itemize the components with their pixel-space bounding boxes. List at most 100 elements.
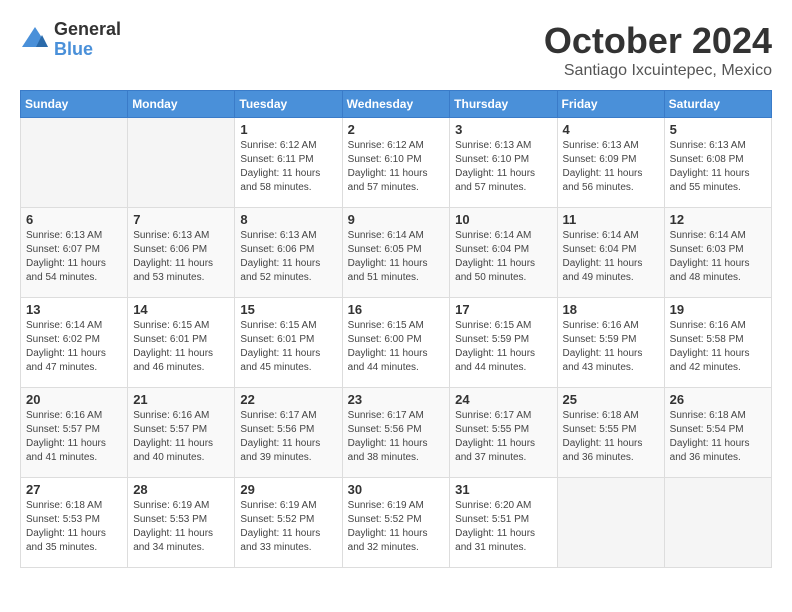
calendar-table: Sunday Monday Tuesday Wednesday Thursday… xyxy=(20,90,772,568)
day-number: 15 xyxy=(240,302,336,317)
day-info: Sunrise: 6:15 AM Sunset: 6:00 PM Dayligh… xyxy=(348,319,445,375)
header-monday: Monday xyxy=(128,91,235,118)
day-info: Sunrise: 6:18 AM Sunset: 5:54 PM Dayligh… xyxy=(670,409,766,465)
day-info: Sunrise: 6:18 AM Sunset: 5:55 PM Dayligh… xyxy=(563,409,659,465)
day-number: 5 xyxy=(670,122,766,137)
day-info: Sunrise: 6:19 AM Sunset: 5:53 PM Dayligh… xyxy=(133,499,229,555)
calendar-cell xyxy=(557,478,664,568)
calendar-cell: 26 Sunrise: 6:18 AM Sunset: 5:54 PM Dayli… xyxy=(664,388,771,478)
day-info: Sunrise: 6:12 AM Sunset: 6:11 PM Dayligh… xyxy=(240,139,336,195)
logo-text: General Blue xyxy=(54,20,121,60)
day-number: 9 xyxy=(348,212,445,227)
calendar-cell xyxy=(664,478,771,568)
calendar-cell: 30 Sunrise: 6:19 AM Sunset: 5:52 PM Dayli… xyxy=(342,478,450,568)
day-number: 18 xyxy=(563,302,659,317)
day-number: 1 xyxy=(240,122,336,137)
calendar-cell: 24Sunrise: 6:17 AM Sunset: 5:55 PM Dayli… xyxy=(450,388,557,478)
calendar-week-4: 20 Sunrise: 6:16 AM Sunset: 5:57 PM Dayli… xyxy=(21,388,772,478)
day-number: 25 xyxy=(563,392,659,407)
header-friday: Friday xyxy=(557,91,664,118)
calendar-cell: 20 Sunrise: 6:16 AM Sunset: 5:57 PM Dayli… xyxy=(21,388,128,478)
logo-general: General xyxy=(54,20,121,40)
day-number: 3 xyxy=(455,122,551,137)
page-header: General Blue October 2024 Santiago Ixcui… xyxy=(20,20,772,80)
calendar-cell: 22Sunrise: 6:17 AM Sunset: 5:56 PM Dayli… xyxy=(235,388,342,478)
calendar-header: Sunday Monday Tuesday Wednesday Thursday… xyxy=(21,91,772,118)
header-row: Sunday Monday Tuesday Wednesday Thursday… xyxy=(21,91,772,118)
header-sunday: Sunday xyxy=(21,91,128,118)
day-info: Sunrise: 6:13 AM Sunset: 6:09 PM Dayligh… xyxy=(563,139,659,195)
day-number: 30 xyxy=(348,482,445,497)
calendar-cell: 19 Sunrise: 6:16 AM Sunset: 5:58 PM Dayli… xyxy=(664,298,771,388)
day-info: Sunrise: 6:12 AM Sunset: 6:10 PM Dayligh… xyxy=(348,139,445,195)
day-info: Sunrise: 6:16 AM Sunset: 5:57 PM Dayligh… xyxy=(26,409,122,465)
day-info: Sunrise: 6:19 AM Sunset: 5:52 PM Dayligh… xyxy=(348,499,445,555)
calendar-cell: 31 Sunrise: 6:20 AM Sunset: 5:51 PM Dayli… xyxy=(450,478,557,568)
day-info: Sunrise: 6:13 AM Sunset: 6:06 PM Dayligh… xyxy=(240,229,336,285)
day-number: 2 xyxy=(348,122,445,137)
day-info: Sunrise: 6:18 AM Sunset: 5:53 PM Dayligh… xyxy=(26,499,122,555)
calendar-cell: 7 Sunrise: 6:13 AM Sunset: 6:06 PM Daylig… xyxy=(128,208,235,298)
calendar-cell: 18Sunrise: 6:16 AM Sunset: 5:59 PM Dayli… xyxy=(557,298,664,388)
day-info: Sunrise: 6:17 AM Sunset: 5:56 PM Dayligh… xyxy=(348,409,445,465)
day-number: 28 xyxy=(133,482,229,497)
day-number: 11 xyxy=(563,212,659,227)
calendar-cell: 4 Sunrise: 6:13 AM Sunset: 6:09 PM Daylig… xyxy=(557,118,664,208)
day-info: Sunrise: 6:15 AM Sunset: 6:01 PM Dayligh… xyxy=(240,319,336,375)
calendar-cell: 25 Sunrise: 6:18 AM Sunset: 5:55 PM Dayli… xyxy=(557,388,664,478)
calendar-cell: 10Sunrise: 6:14 AM Sunset: 6:04 PM Dayli… xyxy=(450,208,557,298)
day-info: Sunrise: 6:20 AM Sunset: 5:51 PM Dayligh… xyxy=(455,499,551,555)
day-number: 26 xyxy=(670,392,766,407)
day-number: 17 xyxy=(455,302,551,317)
logo: General Blue xyxy=(20,20,121,60)
calendar-week-1: 1 Sunrise: 6:12 AM Sunset: 6:11 PM Daylig… xyxy=(21,118,772,208)
logo-blue: Blue xyxy=(54,40,121,60)
day-number: 14 xyxy=(133,302,229,317)
day-info: Sunrise: 6:17 AM Sunset: 5:56 PM Dayligh… xyxy=(240,409,336,465)
location: Santiago Ixcuintepec, Mexico xyxy=(544,62,772,80)
day-number: 8 xyxy=(240,212,336,227)
calendar-cell xyxy=(128,118,235,208)
header-thursday: Thursday xyxy=(450,91,557,118)
calendar-week-5: 27 Sunrise: 6:18 AM Sunset: 5:53 PM Dayli… xyxy=(21,478,772,568)
calendar-cell: 21Sunrise: 6:16 AM Sunset: 5:57 PM Dayli… xyxy=(128,388,235,478)
day-number: 4 xyxy=(563,122,659,137)
calendar-cell: 6 Sunrise: 6:13 AM Sunset: 6:07 PM Daylig… xyxy=(21,208,128,298)
day-number: 31 xyxy=(455,482,551,497)
calendar-body: 1 Sunrise: 6:12 AM Sunset: 6:11 PM Daylig… xyxy=(21,118,772,568)
calendar-cell: 11Sunrise: 6:14 AM Sunset: 6:04 PM Dayli… xyxy=(557,208,664,298)
header-tuesday: Tuesday xyxy=(235,91,342,118)
day-info: Sunrise: 6:15 AM Sunset: 5:59 PM Dayligh… xyxy=(455,319,551,375)
calendar-cell: 16 Sunrise: 6:15 AM Sunset: 6:00 PM Dayli… xyxy=(342,298,450,388)
day-number: 20 xyxy=(26,392,122,407)
day-number: 6 xyxy=(26,212,122,227)
calendar-cell: 3 Sunrise: 6:13 AM Sunset: 6:10 PM Daylig… xyxy=(450,118,557,208)
calendar-cell: 12Sunrise: 6:14 AM Sunset: 6:03 PM Dayli… xyxy=(664,208,771,298)
calendar-cell: 1 Sunrise: 6:12 AM Sunset: 6:11 PM Daylig… xyxy=(235,118,342,208)
day-info: Sunrise: 6:13 AM Sunset: 6:08 PM Dayligh… xyxy=(670,139,766,195)
day-number: 24 xyxy=(455,392,551,407)
day-number: 7 xyxy=(133,212,229,227)
day-info: Sunrise: 6:13 AM Sunset: 6:10 PM Dayligh… xyxy=(455,139,551,195)
day-number: 10 xyxy=(455,212,551,227)
day-number: 29 xyxy=(240,482,336,497)
header-wednesday: Wednesday xyxy=(342,91,450,118)
calendar-cell: 29Sunrise: 6:19 AM Sunset: 5:52 PM Dayli… xyxy=(235,478,342,568)
day-info: Sunrise: 6:13 AM Sunset: 6:06 PM Dayligh… xyxy=(133,229,229,285)
day-info: Sunrise: 6:14 AM Sunset: 6:05 PM Dayligh… xyxy=(348,229,445,285)
calendar-cell: 5 Sunrise: 6:13 AM Sunset: 6:08 PM Daylig… xyxy=(664,118,771,208)
calendar-cell: 15 Sunrise: 6:15 AM Sunset: 6:01 PM Dayli… xyxy=(235,298,342,388)
day-info: Sunrise: 6:13 AM Sunset: 6:07 PM Dayligh… xyxy=(26,229,122,285)
day-number: 27 xyxy=(26,482,122,497)
logo-icon xyxy=(20,25,50,55)
calendar-cell: 28 Sunrise: 6:19 AM Sunset: 5:53 PM Dayli… xyxy=(128,478,235,568)
day-number: 16 xyxy=(348,302,445,317)
day-info: Sunrise: 6:16 AM Sunset: 5:58 PM Dayligh… xyxy=(670,319,766,375)
calendar-cell: 14 Sunrise: 6:15 AM Sunset: 6:01 PM Dayli… xyxy=(128,298,235,388)
calendar-cell xyxy=(21,118,128,208)
day-info: Sunrise: 6:16 AM Sunset: 5:57 PM Dayligh… xyxy=(133,409,229,465)
calendar-cell: 13Sunrise: 6:14 AM Sunset: 6:02 PM Dayli… xyxy=(21,298,128,388)
calendar-cell: 8 Sunrise: 6:13 AM Sunset: 6:06 PM Daylig… xyxy=(235,208,342,298)
day-info: Sunrise: 6:15 AM Sunset: 6:01 PM Dayligh… xyxy=(133,319,229,375)
day-number: 19 xyxy=(670,302,766,317)
